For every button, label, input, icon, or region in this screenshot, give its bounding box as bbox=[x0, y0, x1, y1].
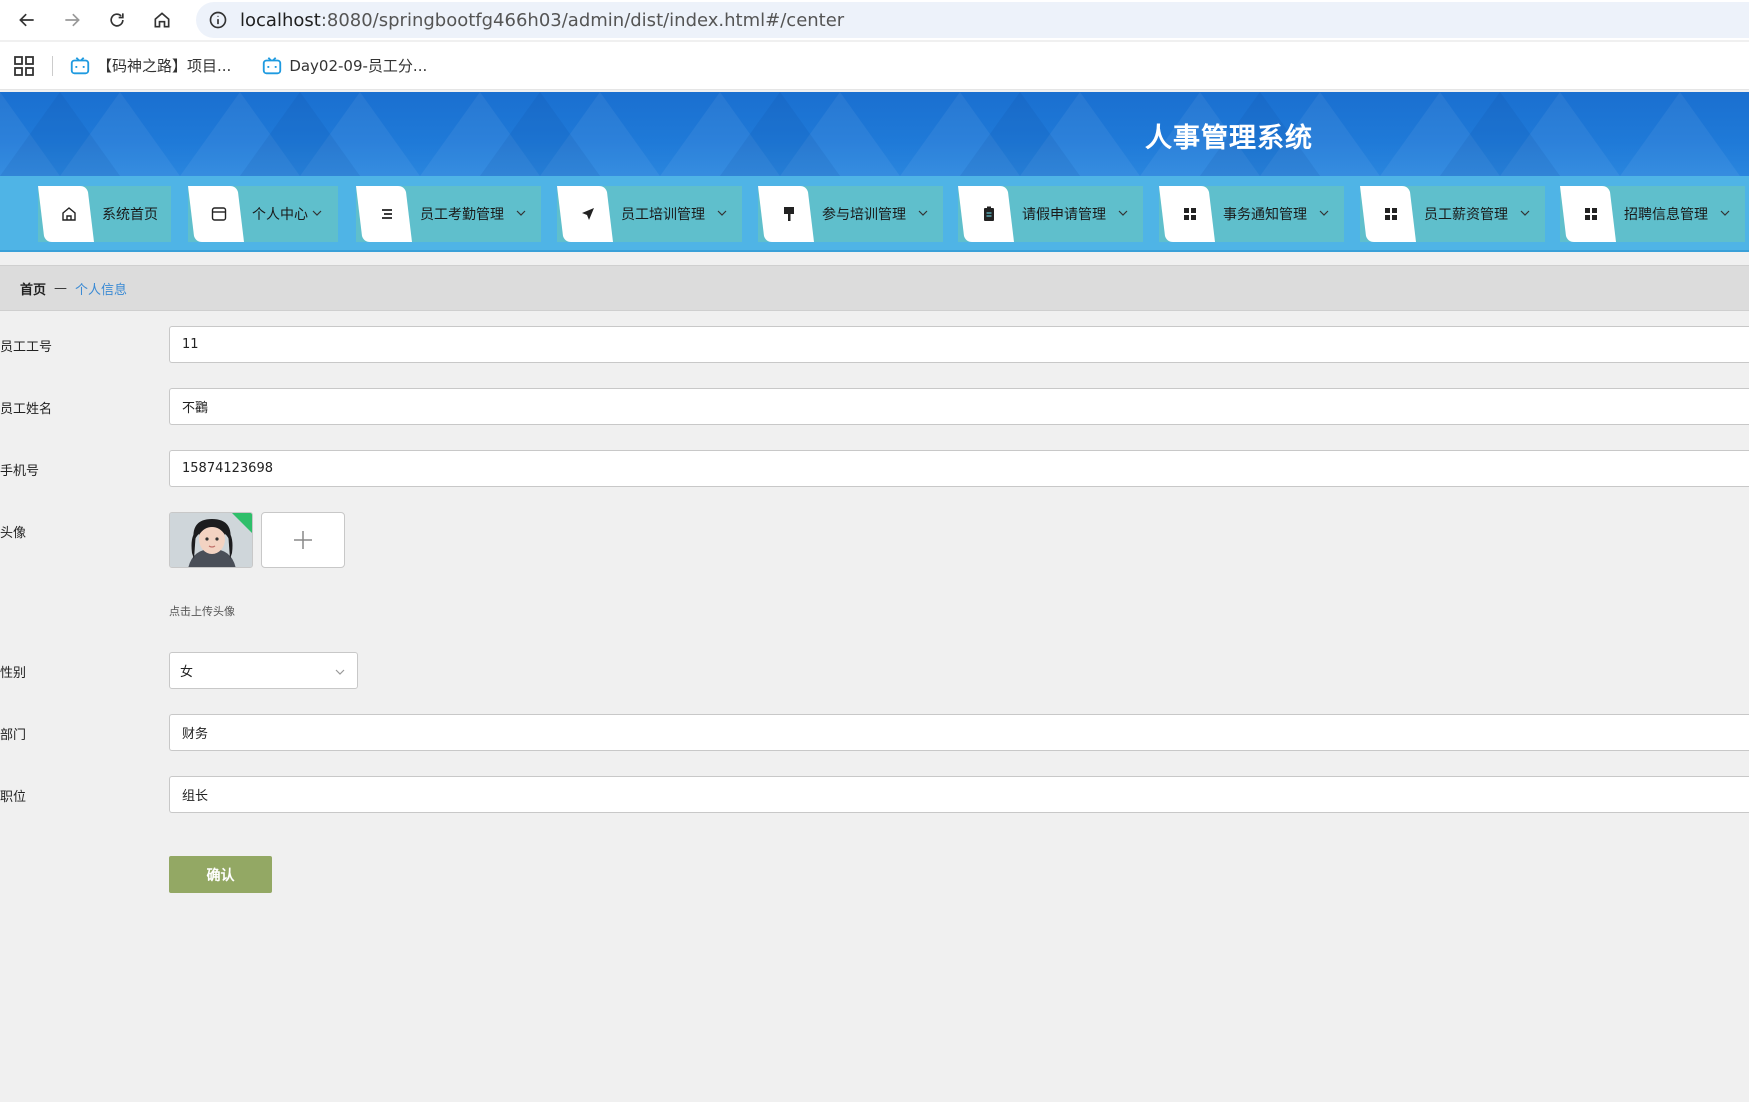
brush-icon bbox=[784, 207, 794, 221]
menu-item-label: 事务通知管理 bbox=[1223, 207, 1307, 223]
bookmarks-bar: 【码神之路】项目... Day02-09-员工分... bbox=[0, 42, 1749, 90]
paper-plane-icon bbox=[582, 208, 594, 220]
bookmark-label: Day02-09-员工分... bbox=[289, 57, 428, 75]
menu-item-label: 请假申请管理 bbox=[1022, 207, 1106, 223]
menu-item-label: 员工考勤管理 bbox=[420, 207, 504, 223]
main-menu: 系统首页 个人中心 员工考勤管理 员工培训管理 参与培训管理 请假申请管理 事务… bbox=[0, 176, 1749, 252]
bookmark-label: 【码神之路】项目... bbox=[97, 57, 232, 75]
plus-icon bbox=[294, 531, 312, 549]
breadcrumb-separator: — bbox=[54, 280, 68, 296]
menu-item-personal-center[interactable]: 个人中心 bbox=[188, 186, 338, 242]
home-button[interactable] bbox=[140, 0, 184, 40]
grid-icon bbox=[1585, 208, 1597, 220]
menu-item-home[interactable]: 系统首页 bbox=[38, 186, 171, 242]
chevron-down-icon bbox=[1319, 210, 1329, 216]
url-text: localhost:8080/springbootfg466h03/admin/… bbox=[240, 10, 844, 31]
menu-item-notice[interactable]: 事务通知管理 bbox=[1159, 186, 1344, 242]
chevron-down-icon bbox=[717, 210, 727, 216]
breadcrumb: 首页 — 个人信息 bbox=[0, 265, 1749, 311]
home-icon bbox=[62, 207, 76, 221]
bookmark-item-2[interactable]: Day02-09-员工分... bbox=[261, 55, 427, 77]
menu-item-label: 员工薪资管理 bbox=[1424, 207, 1508, 223]
chevron-down-icon bbox=[335, 669, 345, 675]
menu-item-label: 员工培训管理 bbox=[621, 207, 705, 223]
reload-button[interactable] bbox=[95, 0, 139, 40]
browser-toolbar: localhost:8080/springbootfg466h03/admin/… bbox=[0, 0, 1749, 40]
bookmark-separator bbox=[52, 55, 53, 76]
upload-hint: 点击上传头像 bbox=[169, 605, 235, 618]
gender-select[interactable]: 女 bbox=[169, 652, 358, 689]
avatar-label: 头像 bbox=[0, 526, 27, 541]
chevron-down-icon bbox=[312, 210, 322, 216]
gender-selected-value: 女 bbox=[180, 665, 194, 680]
chevron-down-icon bbox=[1720, 210, 1730, 216]
url-host: localhost bbox=[240, 9, 321, 31]
gender-label: 性别 bbox=[0, 666, 27, 681]
phone-label: 手机号 bbox=[0, 464, 40, 479]
employee-name-label: 员工姓名 bbox=[0, 402, 53, 417]
list-icon bbox=[382, 209, 392, 219]
department-label: 部门 bbox=[0, 728, 27, 743]
card-icon bbox=[211, 207, 227, 221]
app-title: 人事管理系统 bbox=[1145, 123, 1313, 154]
menu-item-label: 招聘信息管理 bbox=[1624, 207, 1708, 223]
avatar-thumbnail[interactable] bbox=[169, 512, 253, 568]
grid-icon bbox=[1385, 208, 1397, 220]
confirm-button[interactable]: 确认 bbox=[169, 856, 272, 893]
back-button[interactable] bbox=[5, 0, 49, 40]
app-header: 人事管理系统 bbox=[0, 92, 1749, 176]
menu-item-join-training[interactable]: 参与培训管理 bbox=[758, 186, 943, 242]
menu-item-training[interactable]: 员工培训管理 bbox=[557, 186, 742, 242]
bookmark-item-1[interactable]: 【码神之路】项目... bbox=[69, 55, 231, 77]
chevron-down-icon bbox=[918, 210, 928, 216]
menu-item-leave[interactable]: 请假申请管理 bbox=[958, 186, 1143, 242]
menu-item-label: 个人中心 bbox=[252, 207, 308, 223]
breadcrumb-home[interactable]: 首页 bbox=[20, 279, 46, 298]
chevron-down-icon bbox=[1118, 210, 1128, 216]
position-input[interactable] bbox=[169, 776, 1749, 813]
menu-item-attendance[interactable]: 员工考勤管理 bbox=[356, 186, 541, 242]
apps-grid-icon[interactable] bbox=[0, 42, 48, 90]
department-input[interactable] bbox=[169, 714, 1749, 751]
arrow-left-icon bbox=[19, 13, 34, 27]
menu-item-label: 系统首页 bbox=[102, 207, 158, 223]
bilibili-tv-icon bbox=[70, 56, 90, 74]
upload-avatar-button[interactable] bbox=[261, 512, 345, 568]
url-field[interactable]: localhost:8080/springbootfg466h03/admin/… bbox=[196, 2, 1749, 38]
chevron-down-icon bbox=[1520, 210, 1530, 216]
employee-name-input[interactable] bbox=[169, 388, 1749, 425]
menu-item-recruitment[interactable]: 招聘信息管理 bbox=[1560, 186, 1745, 242]
menu-item-label: 参与培训管理 bbox=[822, 207, 906, 223]
employee-id-label: 员工工号 bbox=[0, 340, 53, 355]
bilibili-tv-icon bbox=[263, 56, 282, 74]
menu-item-salary[interactable]: 员工薪资管理 bbox=[1360, 186, 1545, 242]
url-path: :8080/springbootfg466h03/admin/dist/inde… bbox=[320, 9, 845, 31]
clipboard-icon bbox=[984, 206, 994, 221]
reload-icon bbox=[110, 13, 124, 27]
breadcrumb-current: 个人信息 bbox=[75, 282, 128, 298]
info-icon[interactable] bbox=[208, 10, 228, 30]
grid-icon bbox=[1184, 208, 1196, 220]
arrow-right-icon bbox=[65, 13, 80, 27]
header-pattern bbox=[0, 92, 1740, 176]
avatar-image bbox=[170, 513, 252, 567]
employee-id-input[interactable] bbox=[169, 326, 1749, 363]
phone-input[interactable] bbox=[169, 450, 1749, 487]
chevron-down-icon bbox=[516, 210, 526, 216]
forward-button[interactable] bbox=[50, 0, 94, 40]
position-label: 职位 bbox=[0, 790, 27, 805]
home-icon bbox=[154, 12, 170, 28]
